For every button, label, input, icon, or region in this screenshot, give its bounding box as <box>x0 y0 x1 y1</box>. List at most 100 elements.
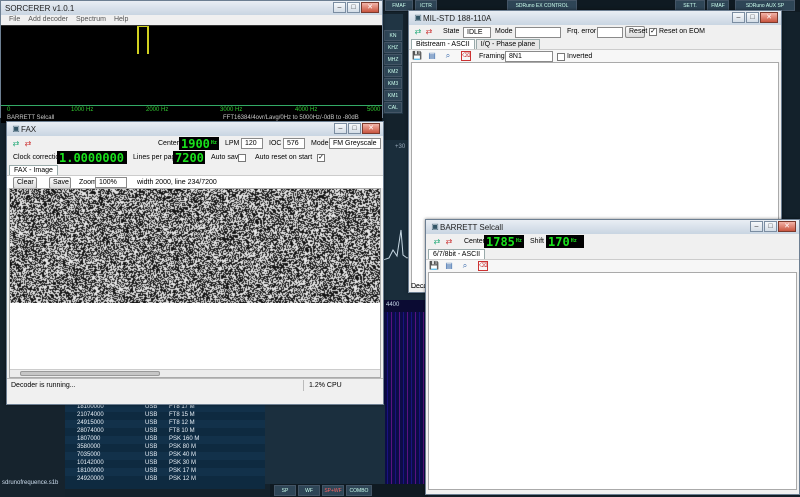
inverted-label: Inverted <box>567 53 593 60</box>
axis-label: 5000 <box>367 107 381 113</box>
side-button[interactable]: KM1 <box>384 90 402 101</box>
tab-ascii[interactable]: 6/7/8bit - ASCII <box>428 249 486 259</box>
app-icon: ▣ <box>414 13 422 22</box>
center-display[interactable]: 1785 Hz <box>484 235 524 248</box>
center-display[interactable]: 1900 Hz <box>179 137 219 150</box>
clock-correction-label: Clock correction <box>13 154 64 161</box>
fax-image-area[interactable] <box>9 188 381 378</box>
barrett-text-area[interactable] <box>428 272 797 490</box>
clock-correction-display[interactable]: 1.0000000 <box>57 151 127 164</box>
view-tab-wf[interactable]: WF <box>298 485 320 496</box>
minimize-button[interactable]: – <box>750 221 763 232</box>
menu-spectrum[interactable]: Spectrum <box>76 15 106 25</box>
fax-titlebar[interactable]: ▣ FAX – □ ✕ <box>7 122 383 136</box>
view-icon[interactable]: ▤ <box>427 51 437 61</box>
save-icon[interactable]: 💾 <box>429 261 439 271</box>
maximize-button[interactable]: □ <box>746 12 759 23</box>
minimize-button[interactable]: – <box>732 12 745 23</box>
list-item[interactable]: 7035000 USB PSK 40 M <box>65 452 265 460</box>
side-button[interactable]: KM2 <box>384 66 402 77</box>
zoom-select[interactable]: 100% <box>95 177 127 188</box>
milstd-tabs: Bitstream - ASCII I/Q - Phase plane <box>409 39 781 49</box>
side-button[interactable]: KN <box>384 30 402 41</box>
search-icon[interactable]: ⌕ <box>460 261 470 271</box>
list-cell-freq: 21074000 <box>77 412 104 418</box>
horizontal-scrollbar[interactable] <box>10 369 380 377</box>
lpm-select[interactable]: 120 <box>241 138 263 149</box>
list-cell-mode: USB <box>145 420 158 426</box>
list-item[interactable]: 10142000 USB PSK 30 M <box>65 460 265 468</box>
barrett-titlebar[interactable]: ▣ BARRETT Selcall – □ ✕ <box>426 220 799 234</box>
maximize-button[interactable]: □ <box>348 123 361 134</box>
shift-display[interactable]: 170 Hz <box>546 235 584 248</box>
fax-controls-row2: Clock correction 1.0000000 Lines per pag… <box>7 151 383 165</box>
clear-icon[interactable]: ⌫ <box>478 261 488 271</box>
list-item[interactable]: 18100000 USB PSK 17 M <box>65 468 265 476</box>
sorcerer-titlebar[interactable]: SORCERER v1.0.1 – □ ✕ <box>1 1 382 15</box>
close-button[interactable]: ✕ <box>362 123 380 134</box>
side-button[interactable]: CAL <box>384 102 402 113</box>
maximize-button[interactable]: □ <box>347 2 360 13</box>
view-tab-spwf[interactable]: SP+WF <box>322 485 344 496</box>
scrollbar-thumb[interactable] <box>20 371 160 376</box>
list-cell-freq: 18100000 <box>77 468 104 474</box>
auto-save-checkbox[interactable] <box>238 154 246 162</box>
fax-noise-image <box>10 189 380 303</box>
side-button[interactable]: KHZ <box>384 42 402 53</box>
search-icon[interactable]: ⌕ <box>443 51 453 61</box>
minimize-button[interactable]: – <box>334 123 347 134</box>
list-cell-name: PSK 30 M <box>169 460 197 466</box>
fax-title: FAX <box>21 124 37 134</box>
list-item[interactable]: 24920000 USB PSK 12 M <box>65 476 265 484</box>
disconnect-icon[interactable]: ⇄ <box>444 237 454 247</box>
lines-per-page-display[interactable]: 7200 <box>173 151 205 164</box>
list-item[interactable]: 3580000 USB PSK 80 M <box>65 444 265 452</box>
list-item[interactable]: 21074000 USB FT8 15 M <box>65 412 265 420</box>
menu-file[interactable]: File <box>9 15 20 25</box>
close-button[interactable]: ✕ <box>361 2 379 13</box>
save-icon[interactable]: 💾 <box>412 51 422 61</box>
framing-select[interactable]: 8N1 <box>505 51 553 62</box>
lpm-label: LPM <box>225 140 240 147</box>
frq-error-label: Frq. error <box>567 28 597 35</box>
connect-icon[interactable]: ⇄ <box>432 237 442 247</box>
maximize-button[interactable]: □ <box>764 221 777 232</box>
view-tab-combo[interactable]: COMBO <box>346 485 372 496</box>
inverted-checkbox[interactable] <box>557 53 565 61</box>
sdruno-frequency-list: 18100000 USB FT8 17 M 21074000 USB FT8 15 M 24… <box>65 404 265 489</box>
list-cell-freq: 1807000 <box>77 436 101 442</box>
close-button[interactable]: ✕ <box>778 221 796 232</box>
reset-eom-label: Reset on EOM <box>659 28 705 35</box>
view-icon[interactable]: ▤ <box>444 261 454 271</box>
view-tab-sp[interactable]: SP <box>274 485 296 496</box>
sorcerer-spectrum[interactable] <box>1 25 382 107</box>
tab-fax-image[interactable]: FAX - Image <box>9 165 58 175</box>
disconnect-icon[interactable]: ⇄ <box>23 139 33 149</box>
spectrum-marker <box>137 26 139 54</box>
mode-select[interactable]: FM Greyscale <box>329 138 381 149</box>
close-button[interactable]: ✕ <box>760 12 778 23</box>
side-button[interactable]: MHZ <box>384 54 402 65</box>
framing-label: Framing <box>479 53 505 60</box>
disconnect-icon[interactable]: ⇄ <box>424 27 434 37</box>
menu-help[interactable]: Help <box>114 15 128 25</box>
list-item[interactable]: 24915000 USB FT8 12 M <box>65 420 265 428</box>
list-cell-freq: 24920000 <box>77 476 104 482</box>
list-item[interactable]: 18100000 USB FT8 17 M <box>65 404 265 412</box>
reset-eom-checkbox[interactable]: ✓ <box>649 28 657 36</box>
list-item[interactable]: 1807000 USB PSK 160 M <box>65 436 265 444</box>
connect-icon[interactable]: ⇄ <box>11 139 21 149</box>
milstd-titlebar[interactable]: ▣ MIL-STD 188-110A – □ ✕ <box>409 11 781 25</box>
side-button[interactable]: KM3 <box>384 78 402 89</box>
list-item[interactable]: 28074000 USB FT8 10 M <box>65 428 265 436</box>
sdruno-side-strip: KN KHZ MHZ KM2 KM3 KM1 CAL <box>383 14 403 114</box>
ioc-select[interactable]: 576 <box>283 138 305 149</box>
tab-iq-phase[interactable]: I/Q - Phase plane <box>475 39 541 49</box>
connect-icon[interactable]: ⇄ <box>413 27 423 37</box>
tab-bitstream[interactable]: Bitstream - ASCII <box>411 39 475 49</box>
minimize-button[interactable]: – <box>333 2 346 13</box>
reset-button[interactable]: Reset <box>625 26 647 38</box>
clear-icon[interactable]: ⌫ <box>461 51 471 61</box>
auto-reset-checkbox[interactable]: ✓ <box>317 154 325 162</box>
menu-add-decoder[interactable]: Add decoder <box>28 15 68 25</box>
